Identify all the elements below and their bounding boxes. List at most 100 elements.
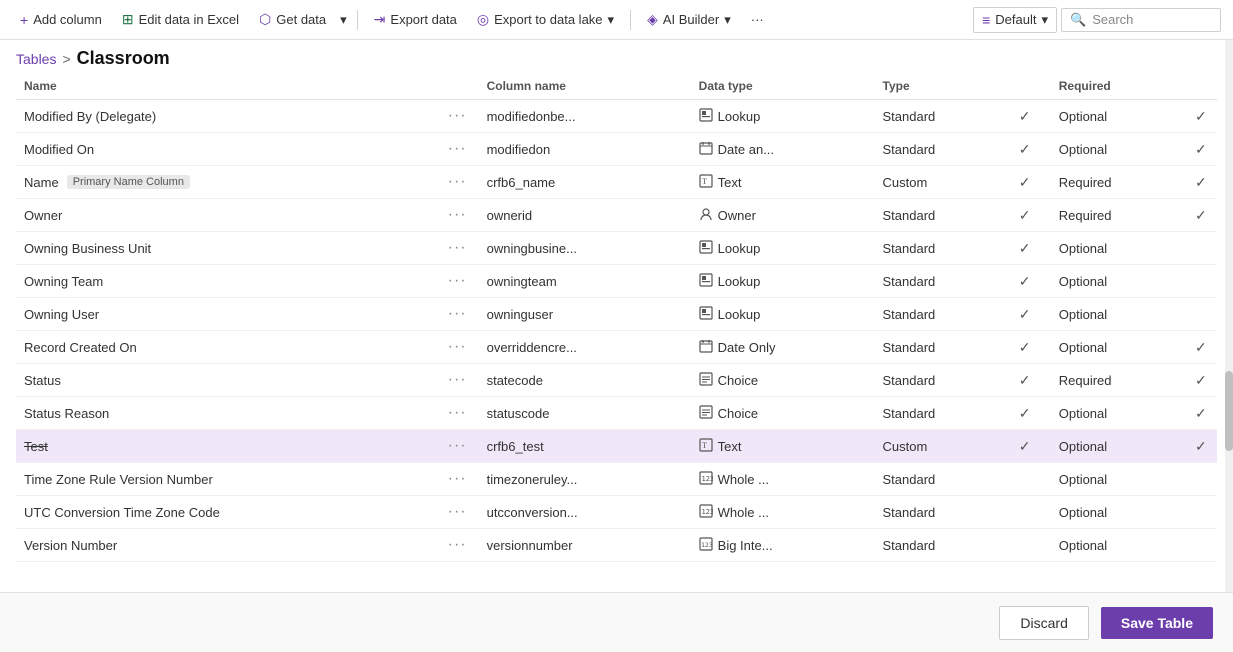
lake-icon: ◎: [477, 11, 489, 28]
datatype-icon: 123: [699, 504, 713, 521]
cell-dots[interactable]: ···: [436, 430, 479, 463]
cell-name: Test: [16, 430, 436, 463]
table-row[interactable]: Status Reason···statuscodeChoiceStandard…: [16, 397, 1217, 430]
row-more-button[interactable]: ···: [444, 503, 471, 521]
table-row[interactable]: Record Created On···overriddencre...Date…: [16, 331, 1217, 364]
datatype-label: Lookup: [718, 241, 761, 256]
row-more-button[interactable]: ···: [444, 173, 471, 191]
cell-dots[interactable]: ···: [436, 496, 479, 529]
breadcrumb-tables-link[interactable]: Tables: [16, 51, 56, 67]
table-row[interactable]: UTC Conversion Time Zone Code···utcconve…: [16, 496, 1217, 529]
row-more-button[interactable]: ···: [444, 140, 471, 158]
row-check-icon: ✓: [1195, 207, 1207, 223]
divider-2: [630, 10, 631, 30]
ai-builder-button[interactable]: ◈ AI Builder ▾: [639, 7, 739, 32]
cell-required: Optional: [1051, 133, 1187, 166]
cell-checked: [1187, 298, 1217, 331]
cell-coltype: Standard: [875, 199, 1011, 232]
table-row[interactable]: Owner···owneridOwnerStandard✓Required✓: [16, 199, 1217, 232]
cell-dots[interactable]: ···: [436, 265, 479, 298]
filter-icon: ≡: [982, 12, 990, 28]
cell-dots[interactable]: ···: [436, 133, 479, 166]
cell-dots[interactable]: ···: [436, 199, 479, 232]
table-row[interactable]: Status···statecodeChoiceStandard✓Require…: [16, 364, 1217, 397]
datatype-label: Whole ...: [718, 505, 769, 520]
cell-name: Owning User: [16, 298, 436, 331]
cell-dots[interactable]: ···: [436, 298, 479, 331]
cell-dots[interactable]: ···: [436, 529, 479, 562]
cell-searchable: ✓: [1011, 364, 1051, 397]
default-view-button[interactable]: ≡ Default ▾: [973, 7, 1057, 33]
ai-chevron-icon: ▾: [724, 12, 731, 28]
cell-dots[interactable]: ···: [436, 397, 479, 430]
row-more-button[interactable]: ···: [444, 107, 471, 125]
cell-searchable: ✓: [1011, 430, 1051, 463]
row-more-button[interactable]: ···: [444, 305, 471, 323]
table-row[interactable]: Version Number···versionnumber123Big Int…: [16, 529, 1217, 562]
add-column-button[interactable]: + Add column: [12, 8, 110, 32]
breadcrumb-separator: >: [62, 51, 70, 67]
row-display-name: Name: [24, 175, 59, 190]
cell-coltype: Standard: [875, 463, 1011, 496]
cell-dots[interactable]: ···: [436, 232, 479, 265]
get-data-button[interactable]: ⬡ Get data: [251, 7, 334, 32]
scrollbar[interactable]: [1225, 40, 1233, 592]
row-more-button[interactable]: ···: [444, 470, 471, 488]
export-lake-button[interactable]: ◎ Export to data lake ▾: [469, 7, 622, 32]
col-header-required: Required: [1051, 73, 1187, 100]
table-row[interactable]: Owning Team···owningteamLookupStandard✓O…: [16, 265, 1217, 298]
cell-colname: modifiedon: [479, 133, 691, 166]
cell-dots[interactable]: ···: [436, 364, 479, 397]
row-more-button[interactable]: ···: [444, 338, 471, 356]
save-table-button[interactable]: Save Table: [1101, 607, 1213, 639]
cell-colname: utcconversion...: [479, 496, 691, 529]
table-row[interactable]: Time Zone Rule Version Number···timezone…: [16, 463, 1217, 496]
row-more-button[interactable]: ···: [444, 404, 471, 422]
cell-searchable: ✓: [1011, 232, 1051, 265]
cell-required: Optional: [1051, 100, 1187, 133]
cell-name: Modified By (Delegate): [16, 100, 436, 133]
cell-coltype: Standard: [875, 133, 1011, 166]
cell-coltype: Standard: [875, 496, 1011, 529]
cell-datatype: TText: [691, 430, 875, 463]
table-header: Name Column name Data type Type Required: [16, 73, 1217, 100]
row-more-button[interactable]: ···: [444, 272, 471, 290]
row-more-button[interactable]: ···: [444, 536, 471, 554]
search-box[interactable]: 🔍 Search: [1061, 8, 1221, 32]
cell-dots[interactable]: ···: [436, 100, 479, 133]
col-header-dots: [436, 73, 479, 100]
cell-dots[interactable]: ···: [436, 331, 479, 364]
searchable-check-icon: ✓: [1019, 108, 1031, 124]
table-row[interactable]: Modified By (Delegate)···modifiedonbe...…: [16, 100, 1217, 133]
more-button[interactable]: ···: [743, 8, 772, 31]
table-row[interactable]: Owning User···owninguserLookupStandard✓O…: [16, 298, 1217, 331]
cell-checked: ✓: [1187, 100, 1217, 133]
cell-dots[interactable]: ···: [436, 463, 479, 496]
edit-excel-button[interactable]: ⊞ Edit data in Excel: [114, 7, 247, 32]
cell-checked: ✓: [1187, 331, 1217, 364]
table-row[interactable]: Owning Business Unit···owningbusine...Lo…: [16, 232, 1217, 265]
row-more-button[interactable]: ···: [444, 371, 471, 389]
datatype-icon: [699, 141, 713, 158]
cell-required: Optional: [1051, 265, 1187, 298]
discard-button[interactable]: Discard: [999, 606, 1088, 640]
datatype-label: Choice: [718, 406, 758, 421]
breadcrumb-current: Classroom: [77, 48, 170, 69]
dropdown-arrow-button[interactable]: ▾: [338, 8, 349, 32]
table-row[interactable]: Modified On···modifiedonDate an...Standa…: [16, 133, 1217, 166]
cell-dots[interactable]: ···: [436, 166, 479, 199]
scrollbar-thumb[interactable]: [1225, 371, 1233, 451]
table-row[interactable]: NamePrimary Name Column···crfb6_nameTTex…: [16, 166, 1217, 199]
row-more-button[interactable]: ···: [444, 206, 471, 224]
row-more-button[interactable]: ···: [444, 437, 471, 455]
col-header-name: Name: [16, 73, 436, 100]
cell-checked: ✓: [1187, 364, 1217, 397]
row-more-button[interactable]: ···: [444, 239, 471, 257]
cell-name: Status Reason: [16, 397, 436, 430]
export-data-button[interactable]: ⇥ Export data: [366, 7, 465, 32]
cell-checked: [1187, 232, 1217, 265]
searchable-check-icon: ✓: [1019, 273, 1031, 289]
cell-datatype: Lookup: [691, 232, 875, 265]
table-row[interactable]: Test···crfb6_testTTextCustom✓Optional✓: [16, 430, 1217, 463]
datatype-icon: [699, 273, 713, 290]
